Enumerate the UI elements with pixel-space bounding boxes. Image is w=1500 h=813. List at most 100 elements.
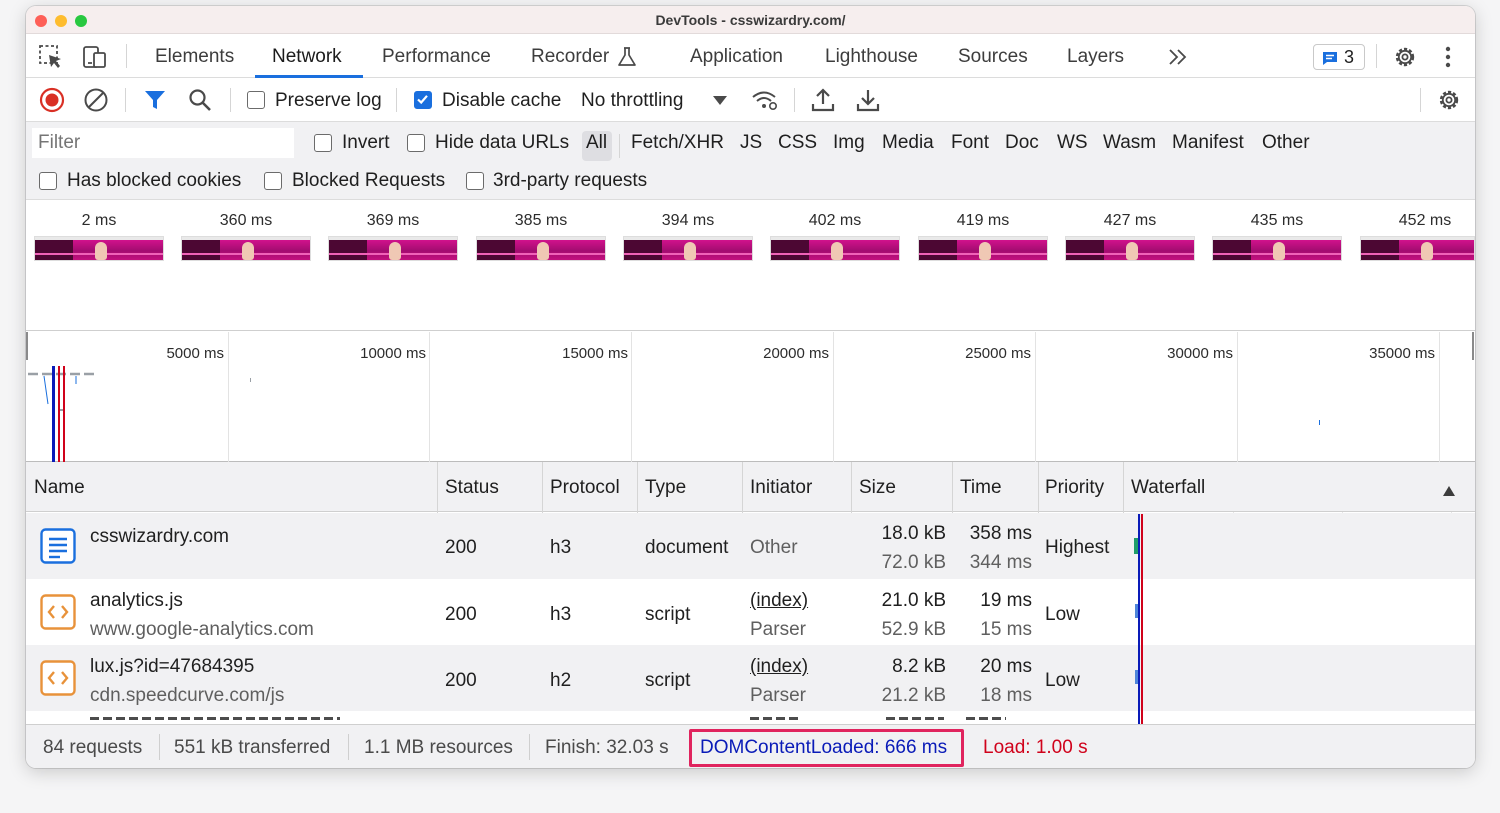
third-party-checkbox[interactable] xyxy=(466,172,484,190)
script-icon xyxy=(40,660,76,696)
request-resource-size: 52.9 kB xyxy=(881,619,946,640)
throttling-select[interactable]: No throttling xyxy=(581,90,683,112)
tab-sources[interactable]: Sources xyxy=(958,46,1028,68)
initiator-kind: Parser xyxy=(750,685,806,706)
tab-application[interactable]: Application xyxy=(690,46,783,68)
issues-badge[interactable]: 3 xyxy=(1313,44,1365,70)
search-icon[interactable] xyxy=(187,87,213,113)
hide-data-urls-checkbox[interactable] xyxy=(407,134,425,152)
clear-icon[interactable] xyxy=(83,87,109,113)
flask-icon xyxy=(616,46,638,68)
timeline-overview[interactable]: 5000 ms 10000 ms 15000 ms 20000 ms 25000… xyxy=(26,332,1475,462)
inspect-element-icon[interactable] xyxy=(38,44,64,70)
table-header: Name Status Protocol Type Initiator Size… xyxy=(26,462,1475,512)
type-filter-all[interactable]: All xyxy=(586,132,607,154)
request-protocol: h2 xyxy=(550,670,572,691)
issues-count: 3 xyxy=(1344,47,1355,67)
filter-icon[interactable] xyxy=(142,87,168,113)
frame-thumbnail[interactable] xyxy=(476,236,606,261)
table-row[interactable]: analytics.js www.google-analytics.com 20… xyxy=(26,579,1475,645)
request-resource-size: 21.2 kB xyxy=(881,685,946,706)
invert-checkbox[interactable] xyxy=(314,134,332,152)
column-priority[interactable]: Priority xyxy=(1045,477,1104,499)
network-conditions-icon[interactable] xyxy=(750,88,777,114)
frame-thumbnail[interactable] xyxy=(623,236,753,261)
overview-activity-graph xyxy=(28,372,94,411)
frame-thumbnail[interactable] xyxy=(34,236,164,261)
tab-lighthouse[interactable]: Lighthouse xyxy=(825,46,918,68)
type-filter-font[interactable]: Font xyxy=(951,132,989,154)
blocked-requests-checkbox[interactable] xyxy=(264,172,282,190)
tab-performance[interactable]: Performance xyxy=(382,46,491,68)
initiator-link[interactable]: (index) xyxy=(750,656,808,678)
tab-network[interactable]: Network xyxy=(272,46,342,68)
frame-thumbnail[interactable] xyxy=(1065,236,1195,261)
devtools-window: DevTools - csswizardry.com/ Elements Net… xyxy=(26,6,1475,768)
tab-elements[interactable]: Elements xyxy=(155,46,234,68)
table-row-clipped xyxy=(26,711,1475,724)
frame-thumbnail[interactable] xyxy=(1212,236,1342,261)
frame-thumbnail[interactable] xyxy=(1360,236,1475,261)
window-title: DevTools - csswizardry.com/ xyxy=(655,12,846,28)
overview-right-handle[interactable] xyxy=(1472,332,1474,360)
frame-thumbnail[interactable] xyxy=(328,236,458,261)
column-initiator[interactable]: Initiator xyxy=(750,477,812,499)
type-filter-other[interactable]: Other xyxy=(1262,132,1310,154)
request-status: 200 xyxy=(445,537,477,558)
download-icon[interactable] xyxy=(855,87,881,113)
column-status[interactable]: Status xyxy=(445,477,499,499)
overview-tick: 10000 ms xyxy=(360,345,426,362)
type-filter-css[interactable]: CSS xyxy=(778,132,817,154)
request-time: 19 ms xyxy=(980,590,1032,611)
sort-ascending-icon xyxy=(1443,483,1455,496)
device-toolbar-icon[interactable] xyxy=(82,44,108,70)
preserve-log-checkbox[interactable] xyxy=(247,91,265,109)
has-blocked-cookies-label: Has blocked cookies xyxy=(67,170,242,191)
disable-cache-checkbox[interactable] xyxy=(414,91,432,109)
filter-input[interactable] xyxy=(32,128,294,158)
frame-thumbnail[interactable] xyxy=(770,236,900,261)
tab-layers[interactable]: Layers xyxy=(1067,46,1124,68)
activity-tick xyxy=(250,378,251,382)
preserve-log-label: Preserve log xyxy=(275,90,382,111)
frame-time: 452 ms xyxy=(1398,212,1452,229)
frame-time: 394 ms xyxy=(661,212,715,229)
type-filter-doc[interactable]: Doc xyxy=(1005,132,1039,154)
request-size: 8.2 kB xyxy=(892,656,946,677)
type-filter-wasm[interactable]: Wasm xyxy=(1103,132,1156,154)
column-type[interactable]: Type xyxy=(645,477,686,499)
type-filter-media[interactable]: Media xyxy=(882,132,934,154)
type-filter-img[interactable]: Img xyxy=(833,132,865,154)
chevron-double-right-icon[interactable] xyxy=(1167,46,1189,68)
initiator-link[interactable]: (index) xyxy=(750,590,808,612)
table-row[interactable]: csswizardry.com 200 h3 document Other 18… xyxy=(26,513,1475,579)
network-settings-gear-icon[interactable] xyxy=(1436,87,1462,113)
initiator-kind: Parser xyxy=(750,619,806,640)
clipped-text-fragment xyxy=(750,717,802,720)
has-blocked-cookies-checkbox[interactable] xyxy=(39,172,57,190)
kebab-menu-icon[interactable] xyxy=(1437,44,1459,70)
gear-icon[interactable] xyxy=(1392,44,1418,70)
type-filter-manifest[interactable]: Manifest xyxy=(1172,132,1244,154)
stop-recording-icon[interactable] xyxy=(39,87,65,113)
frame-time: 369 ms xyxy=(366,212,420,229)
frame-thumbnail[interactable] xyxy=(181,236,311,261)
frame-thumbnail[interactable] xyxy=(918,236,1048,261)
request-time: 358 ms xyxy=(969,523,1032,544)
waterfall-load-line xyxy=(1141,514,1143,724)
column-waterfall[interactable]: Waterfall xyxy=(1131,477,1205,499)
tab-recorder[interactable]: Recorder xyxy=(531,46,609,68)
chevron-down-icon[interactable] xyxy=(712,93,728,107)
table-row[interactable]: lux.js?id=47684395 cdn.speedcurve.com/js… xyxy=(26,645,1475,711)
type-filter-fetch-xhr[interactable]: Fetch/XHR xyxy=(631,132,724,154)
type-filter-js[interactable]: JS xyxy=(740,132,762,154)
upload-icon[interactable] xyxy=(810,87,836,113)
column-name[interactable]: Name xyxy=(34,477,85,499)
column-time[interactable]: Time xyxy=(960,477,1002,499)
type-filter-ws[interactable]: WS xyxy=(1057,132,1088,154)
frame-time: 419 ms xyxy=(956,212,1010,229)
column-size[interactable]: Size xyxy=(859,477,896,499)
frame-time: 402 ms xyxy=(808,212,862,229)
request-status: 200 xyxy=(445,670,477,691)
column-protocol[interactable]: Protocol xyxy=(550,477,620,499)
